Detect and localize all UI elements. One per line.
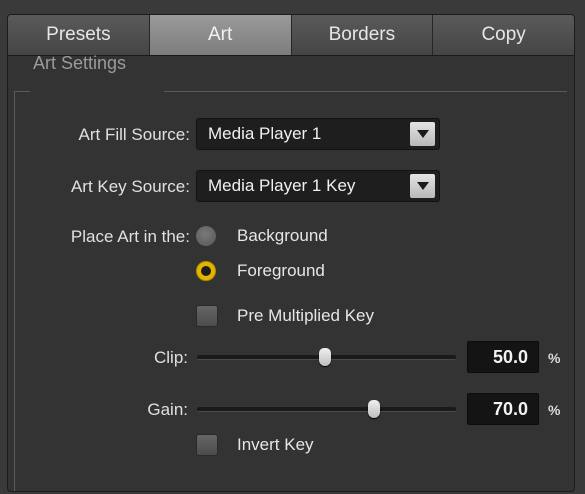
gain-value-field[interactable]: 70.0	[467, 393, 539, 425]
clip-unit: %	[548, 350, 561, 366]
clip-value-field[interactable]: 50.0	[467, 341, 539, 373]
chevron-down-icon[interactable]	[410, 174, 435, 198]
background-radio[interactable]	[196, 226, 216, 246]
group-title: Art Settings	[33, 53, 127, 73]
pre-multiplied-key-label[interactable]: Pre Multiplied Key	[237, 306, 374, 326]
fill-source-label: Art Fill Source:	[78, 125, 190, 144]
fill-source-dropdown[interactable]: Media Player 1	[196, 118, 440, 150]
key-source-value: Media Player 1 Key	[208, 176, 356, 195]
tab-bar: Presets Art Borders Copy	[8, 15, 574, 56]
tab-borders[interactable]: Borders	[291, 15, 434, 55]
key-source-dropdown[interactable]: Media Player 1 Key	[196, 170, 440, 202]
radio-selected-dot	[201, 266, 211, 276]
gain-unit: %	[548, 402, 561, 418]
fill-source-value: Media Player 1	[208, 124, 322, 143]
chevron-down-icon[interactable]	[410, 122, 435, 146]
group-border-top-right	[164, 91, 567, 92]
clip-label: Clip:	[153, 348, 188, 367]
tab-copy[interactable]: Copy	[433, 15, 574, 55]
gain-slider-thumb[interactable]	[368, 400, 380, 418]
invert-key-label[interactable]: Invert Key	[237, 435, 314, 455]
key-source-label: Art Key Source:	[70, 177, 190, 196]
foreground-radio[interactable]	[196, 261, 216, 281]
foreground-option-label[interactable]: Foreground	[237, 261, 325, 281]
tab-art[interactable]: Art	[149, 15, 292, 55]
background-option-label[interactable]: Background	[237, 226, 328, 246]
group-border-left	[14, 91, 15, 491]
place-art-label: Place Art in the:	[70, 227, 190, 246]
gain-label: Gain:	[147, 400, 188, 419]
tab-presets[interactable]: Presets	[8, 15, 150, 55]
invert-key-checkbox[interactable]	[196, 434, 218, 456]
group-border-top-left	[14, 91, 30, 92]
pre-multiplied-key-checkbox[interactable]	[196, 305, 218, 327]
gain-slider-track[interactable]	[197, 407, 456, 412]
clip-slider-thumb[interactable]	[319, 348, 331, 366]
